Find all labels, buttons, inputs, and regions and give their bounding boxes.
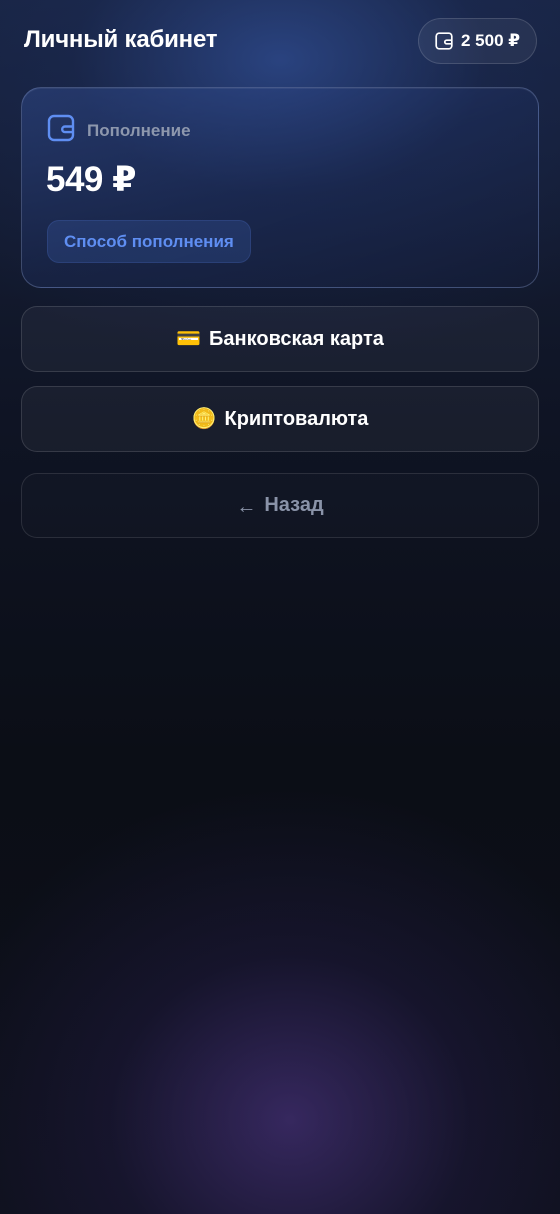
back-button[interactable]: ← Назад xyxy=(21,473,539,538)
bank-card-button[interactable]: 💳 Банковская карта xyxy=(21,306,539,372)
bank-card-label: Банковская карта xyxy=(209,327,384,350)
page-title: Личный кабинет xyxy=(24,26,218,53)
topup-amount: 549 ₽ xyxy=(46,160,136,199)
balance-value: 2 500 ₽ xyxy=(461,31,521,50)
credit-card-icon: 💳 xyxy=(176,328,202,350)
coin-icon: 🪙 xyxy=(191,408,217,430)
wallet-icon xyxy=(47,114,75,147)
payment-method-chip: Способ пополнения xyxy=(47,220,251,263)
topup-card-header: Пополнение xyxy=(47,114,191,147)
crypto-label: Криптовалюта xyxy=(224,407,369,430)
topup-label: Пополнение xyxy=(87,120,191,140)
topup-card: Пополнение 549 ₽ Способ пополнения xyxy=(21,87,539,288)
crypto-button[interactable]: 🪙 Криптовалюта xyxy=(21,386,539,452)
back-label: Назад xyxy=(264,494,324,516)
balance-button[interactable]: 2 500 ₽ xyxy=(418,18,537,64)
wallet-icon xyxy=(435,32,453,50)
arrow-left-icon: ← xyxy=(236,496,257,518)
header: Личный кабинет 2 500 ₽ xyxy=(0,0,560,82)
